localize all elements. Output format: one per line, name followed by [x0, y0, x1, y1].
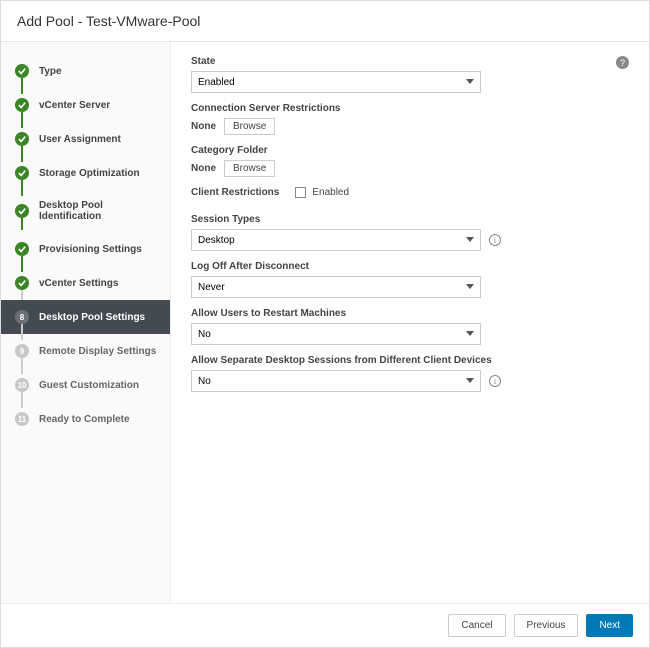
state-label: State [191, 56, 629, 67]
field-category-folder: Category Folder None Browse [191, 145, 629, 177]
step-user-assignment[interactable]: User Assignment [1, 122, 170, 156]
add-pool-dialog: Add Pool - Test-VMware-Pool Type vCenter… [0, 0, 650, 648]
check-icon [15, 166, 29, 180]
next-button[interactable]: Next [586, 614, 633, 637]
check-icon [15, 132, 29, 146]
step-label: vCenter Settings [39, 278, 118, 289]
check-icon [15, 64, 29, 78]
step-number-icon: 10 [15, 378, 29, 392]
check-icon [15, 98, 29, 112]
info-icon[interactable]: i [489, 375, 501, 387]
step-label: Ready to Complete [39, 414, 130, 425]
field-client-restrictions: Client Restrictions Enabled [191, 187, 629, 198]
step-guest-customization[interactable]: 10 Guest Customization [1, 368, 170, 402]
allow-separate-select[interactable]: No [191, 370, 481, 392]
dialog-body: Type vCenter Server User Assignment Stor… [1, 42, 649, 603]
step-label: Guest Customization [39, 380, 139, 391]
field-session-types: Session Types Desktop i [191, 214, 629, 251]
field-allow-separate-sessions: Allow Separate Desktop Sessions from Dif… [191, 355, 629, 392]
logoff-select[interactable]: Never [191, 276, 481, 298]
info-icon[interactable]: i [489, 234, 501, 246]
step-desktop-pool-identification[interactable]: Desktop Pool Identification [1, 190, 170, 232]
step-vcenter-server[interactable]: vCenter Server [1, 88, 170, 122]
session-types-select[interactable]: Desktop [191, 229, 481, 251]
step-label: Remote Display Settings [39, 346, 156, 357]
step-remote-display-settings[interactable]: 9 Remote Display Settings [1, 334, 170, 368]
browse-button[interactable]: Browse [224, 160, 275, 177]
cancel-button[interactable]: Cancel [448, 614, 505, 637]
step-type[interactable]: Type [1, 54, 170, 88]
field-connection-restrictions: Connection Server Restrictions None Brow… [191, 103, 629, 135]
session-types-label: Session Types [191, 214, 629, 225]
category-folder-label: Category Folder [191, 145, 629, 156]
step-number-icon: 11 [15, 412, 29, 426]
connection-restrictions-value: None [191, 121, 216, 132]
allow-separate-label: Allow Separate Desktop Sessions from Dif… [191, 355, 629, 366]
state-select[interactable]: Enabled [191, 71, 481, 93]
category-folder-value: None [191, 163, 216, 174]
step-provisioning-settings[interactable]: Provisioning Settings [1, 232, 170, 266]
field-logoff-after-disconnect: Log Off After Disconnect Never [191, 261, 629, 298]
step-label: User Assignment [39, 134, 121, 145]
client-restrictions-checkbox[interactable] [295, 187, 306, 198]
check-icon [15, 242, 29, 256]
form-panel: ? State Enabled Connection Server Restri… [171, 42, 649, 603]
dialog-title: Add Pool - Test-VMware-Pool [1, 1, 649, 42]
help-icon[interactable]: ? [616, 56, 629, 69]
allow-restart-select[interactable]: No [191, 323, 481, 345]
wizard-sidebar: Type vCenter Server User Assignment Stor… [1, 42, 171, 603]
step-vcenter-settings[interactable]: vCenter Settings [1, 266, 170, 300]
connection-restrictions-label: Connection Server Restrictions [191, 103, 629, 114]
browse-button[interactable]: Browse [224, 118, 275, 135]
step-number-icon: 9 [15, 344, 29, 358]
client-restrictions-label: Client Restrictions [191, 187, 279, 198]
check-icon [15, 204, 29, 218]
step-storage-optimization[interactable]: Storage Optimization [1, 156, 170, 190]
checkbox-label: Enabled [312, 187, 349, 198]
allow-restart-label: Allow Users to Restart Machines [191, 308, 629, 319]
step-ready-to-complete[interactable]: 11 Ready to Complete [1, 402, 170, 436]
dialog-footer: Cancel Previous Next [1, 603, 649, 647]
step-label: Provisioning Settings [39, 244, 142, 255]
logoff-label: Log Off After Disconnect [191, 261, 629, 272]
step-label: Desktop Pool Identification [39, 200, 160, 222]
step-label: Type [39, 66, 62, 77]
step-label: Storage Optimization [39, 168, 140, 179]
field-state: State Enabled [191, 56, 629, 93]
check-icon [15, 276, 29, 290]
previous-button[interactable]: Previous [514, 614, 579, 637]
field-allow-restart: Allow Users to Restart Machines No [191, 308, 629, 345]
step-label: vCenter Server [39, 100, 110, 111]
step-desktop-pool-settings[interactable]: 8 Desktop Pool Settings [1, 300, 170, 334]
step-number-icon: 8 [15, 310, 29, 324]
step-label: Desktop Pool Settings [39, 312, 145, 323]
